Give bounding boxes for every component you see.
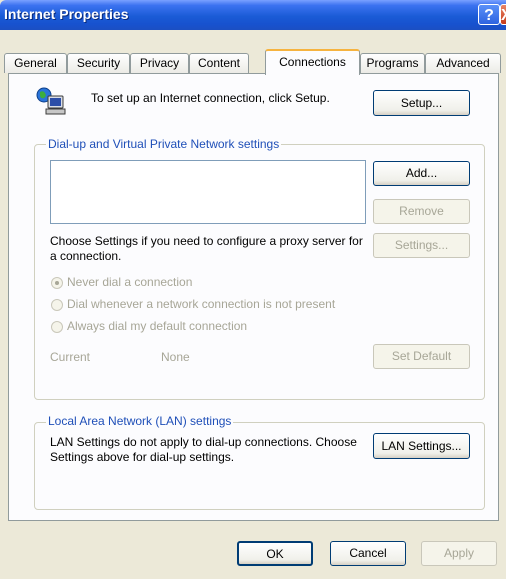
close-button[interactable]: X — [500, 4, 506, 25]
add-button[interactable]: Add... — [373, 161, 470, 186]
tab-programs[interactable]: Programs — [360, 53, 425, 73]
lan-description: LAN Settings do not apply to dial-up con… — [50, 435, 357, 464]
lan-settings-legend: Local Area Network (LAN) settings — [46, 414, 234, 428]
connections-listbox[interactable] — [50, 160, 366, 224]
title-bar[interactable]: Internet Properties ? X — [0, 0, 506, 30]
set-default-button[interactable]: Set Default — [373, 344, 470, 369]
apply-button[interactable]: Apply — [421, 541, 497, 566]
settings-button[interactable]: Settings... — [373, 233, 470, 258]
dialup-vpn-legend: Dial-up and Virtual Private Network sett… — [46, 137, 282, 151]
remove-button[interactable]: Remove — [373, 199, 470, 224]
current-connection-value: None — [161, 350, 190, 364]
internet-properties-window: Internet Properties ? X General Security… — [0, 0, 506, 579]
tab-content[interactable]: Content — [189, 53, 249, 73]
setup-description: To set up an Internet connection, click … — [91, 91, 330, 105]
cancel-button[interactable]: Cancel — [330, 541, 406, 566]
dial-when-no-network-radio[interactable] — [51, 299, 63, 311]
setup-button[interactable]: Setup... — [373, 90, 470, 116]
never-dial-radio[interactable] — [51, 277, 63, 289]
dial-when-no-network-label: Dial whenever a network connection is no… — [67, 297, 336, 311]
network-computer-icon — [35, 86, 67, 118]
tab-security[interactable]: Security — [67, 53, 130, 73]
always-dial-label: Always dial my default connection — [67, 319, 248, 333]
tab-connections[interactable]: Connections — [265, 49, 360, 75]
proxy-settings-description: Choose Settings if you need to configure… — [50, 234, 363, 263]
close-icon: X — [501, 7, 506, 24]
ok-button[interactable]: OK — [237, 541, 313, 566]
never-dial-label: Never dial a connection — [67, 275, 193, 289]
help-button[interactable]: ? — [478, 4, 500, 25]
tab-advanced[interactable]: Advanced — [425, 53, 501, 73]
tab-privacy[interactable]: Privacy — [130, 53, 189, 73]
tab-general[interactable]: General — [4, 53, 67, 73]
window-title: Internet Properties — [4, 6, 129, 22]
always-dial-radio[interactable] — [51, 321, 63, 333]
current-label: Current — [50, 350, 91, 364]
lan-settings-button[interactable]: LAN Settings... — [373, 433, 470, 459]
connections-panel: To set up an Internet connection, click … — [8, 73, 499, 521]
